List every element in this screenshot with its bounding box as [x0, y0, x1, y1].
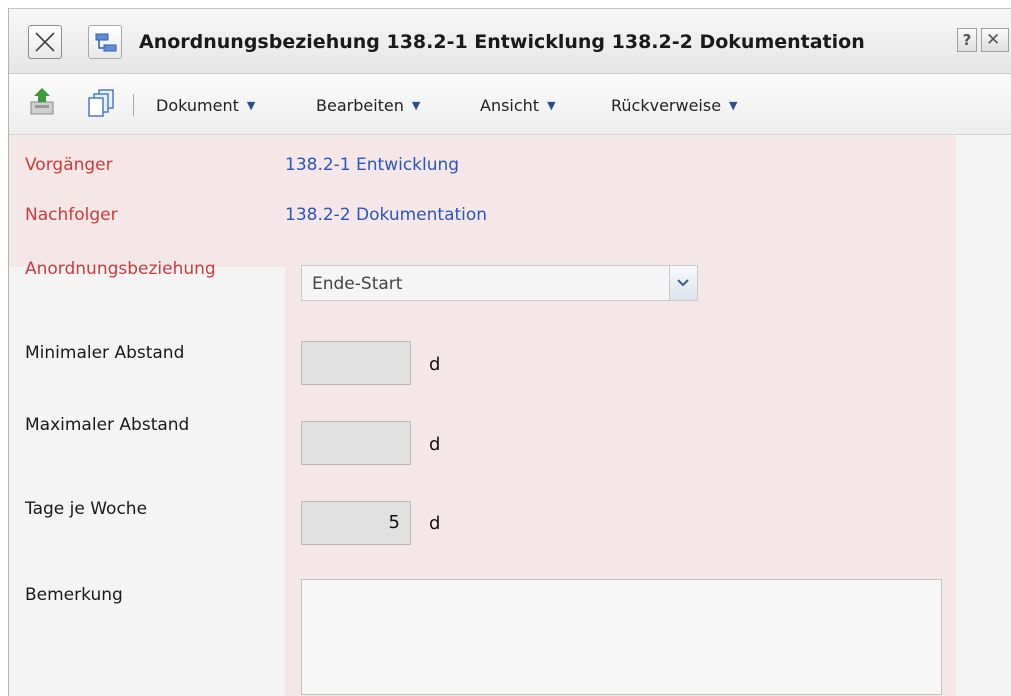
- dropdown-button[interactable]: [669, 266, 697, 300]
- help-button[interactable]: ?: [957, 28, 977, 52]
- window-title: Anordnungsbeziehung 138.2-1 Entwicklung …: [139, 31, 865, 53]
- remark-textarea[interactable]: [301, 579, 942, 695]
- remark-label: Bemerkung: [25, 585, 123, 605]
- successor-label: Nachfolger: [25, 205, 118, 225]
- min-gap-unit: d: [429, 354, 441, 375]
- caret-down-icon: ▼: [547, 99, 556, 112]
- relation-icon: [95, 33, 117, 52]
- menu-bearbeiten[interactable]: Bearbeiten ▼: [316, 96, 420, 115]
- copy-icon[interactable]: [87, 88, 117, 118]
- predecessor-label: Vorgänger: [25, 155, 113, 175]
- caret-down-icon: ▼: [246, 99, 256, 112]
- menu-ansicht[interactable]: Ansicht ▼: [480, 96, 556, 115]
- close-icon: [35, 32, 55, 52]
- close-button[interactable]: [28, 25, 62, 59]
- days-per-week-label: Tage je Woche: [25, 499, 148, 519]
- days-per-week-input[interactable]: 5: [301, 501, 411, 545]
- toolbar-separator: [133, 94, 134, 116]
- toolbar: Dokument ▼ Bearbeiten ▼ Ansicht ▼ Rückverwe…: [9, 74, 1011, 135]
- max-gap-label: Maximaler Abstand: [25, 415, 190, 435]
- min-gap-input[interactable]: [301, 341, 411, 385]
- days-per-week-unit: d: [429, 513, 441, 534]
- title-bar: Anordnungsbeziehung 138.2-1 Entwicklung …: [9, 9, 1011, 74]
- form-background-top: [9, 135, 956, 267]
- predecessor-link[interactable]: 138.2-1 Entwicklung: [285, 155, 459, 175]
- relation-type-button[interactable]: [88, 25, 122, 59]
- export-icon[interactable]: [27, 88, 57, 118]
- relation-selected-value: Ende-Start: [312, 274, 403, 294]
- dialog-window: Anordnungsbeziehung 138.2-1 Entwicklung …: [8, 8, 1011, 696]
- caret-down-icon: ▼: [729, 99, 738, 112]
- menu-rueckverweise[interactable]: Rückverweise ▼: [611, 96, 738, 115]
- min-gap-label: Minimaler Abstand: [25, 343, 185, 363]
- caret-down-icon: ▼: [411, 99, 421, 112]
- max-gap-input[interactable]: [301, 421, 411, 465]
- menu-dokument[interactable]: Dokument ▼: [156, 96, 255, 115]
- relation-form: Vorgänger 138.2-1 Entwicklung Nachfolger…: [9, 135, 1011, 696]
- relation-label: Anordnungsbeziehung: [25, 259, 216, 279]
- chevron-down-icon: [677, 279, 689, 287]
- relation-select[interactable]: Ende-Start: [301, 265, 698, 301]
- window-close-button[interactable]: ✕: [981, 28, 1009, 52]
- max-gap-unit: d: [429, 434, 441, 455]
- successor-link[interactable]: 138.2-2 Dokumentation: [285, 205, 487, 225]
